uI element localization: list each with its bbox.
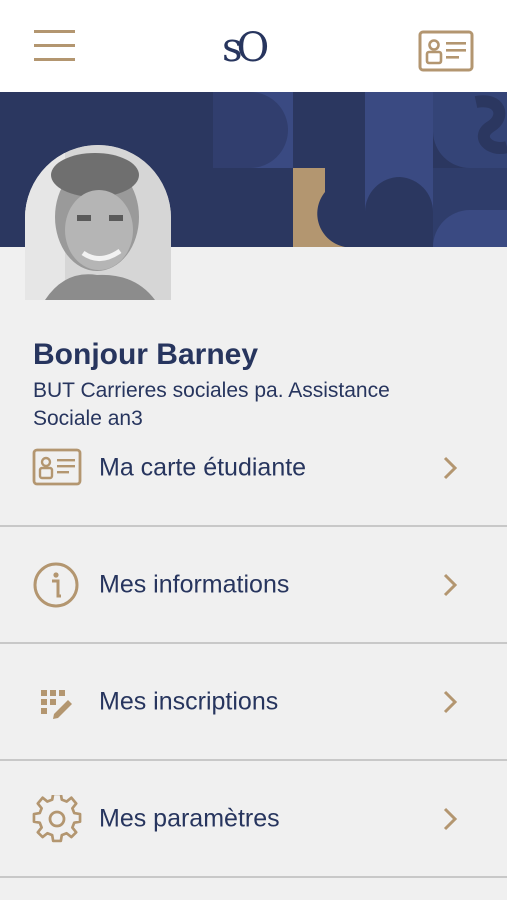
app-logo: sO bbox=[222, 25, 269, 71]
menu-button[interactable] bbox=[34, 28, 76, 64]
menu-item-information[interactable]: Mes informations bbox=[0, 527, 507, 644]
avatar bbox=[25, 145, 171, 300]
greeting-title: Bonjour Barney bbox=[33, 338, 259, 371]
menu-item-registrations[interactable]: Mes inscriptions bbox=[0, 644, 507, 761]
top-bar: sO bbox=[0, 0, 507, 92]
settings-gear-icon bbox=[32, 794, 82, 842]
menu-item-label: Mes inscriptions bbox=[99, 687, 279, 715]
hamburger-menu-icon bbox=[34, 30, 75, 61]
menu-item-settings[interactable]: Mes paramètres bbox=[0, 761, 507, 878]
chevron-right-icon bbox=[443, 807, 458, 830]
student-card-icon bbox=[418, 30, 474, 72]
student-card-button[interactable] bbox=[418, 30, 474, 72]
chevron-right-icon bbox=[443, 456, 458, 479]
registration-icon bbox=[41, 689, 72, 719]
menu-item-label: Ma carte étudiante bbox=[99, 453, 307, 481]
chevron-right-icon bbox=[443, 690, 458, 713]
chevron-right-icon bbox=[443, 573, 458, 596]
info-icon bbox=[33, 562, 79, 607]
profile-photo bbox=[25, 145, 171, 300]
menu-item-student-card[interactable]: Ma carte étudiante bbox=[0, 410, 507, 527]
menu-item-label: Mes paramètres bbox=[99, 804, 280, 832]
menu-item-label: Mes informations bbox=[99, 570, 290, 598]
student-card-icon bbox=[32, 448, 82, 485]
